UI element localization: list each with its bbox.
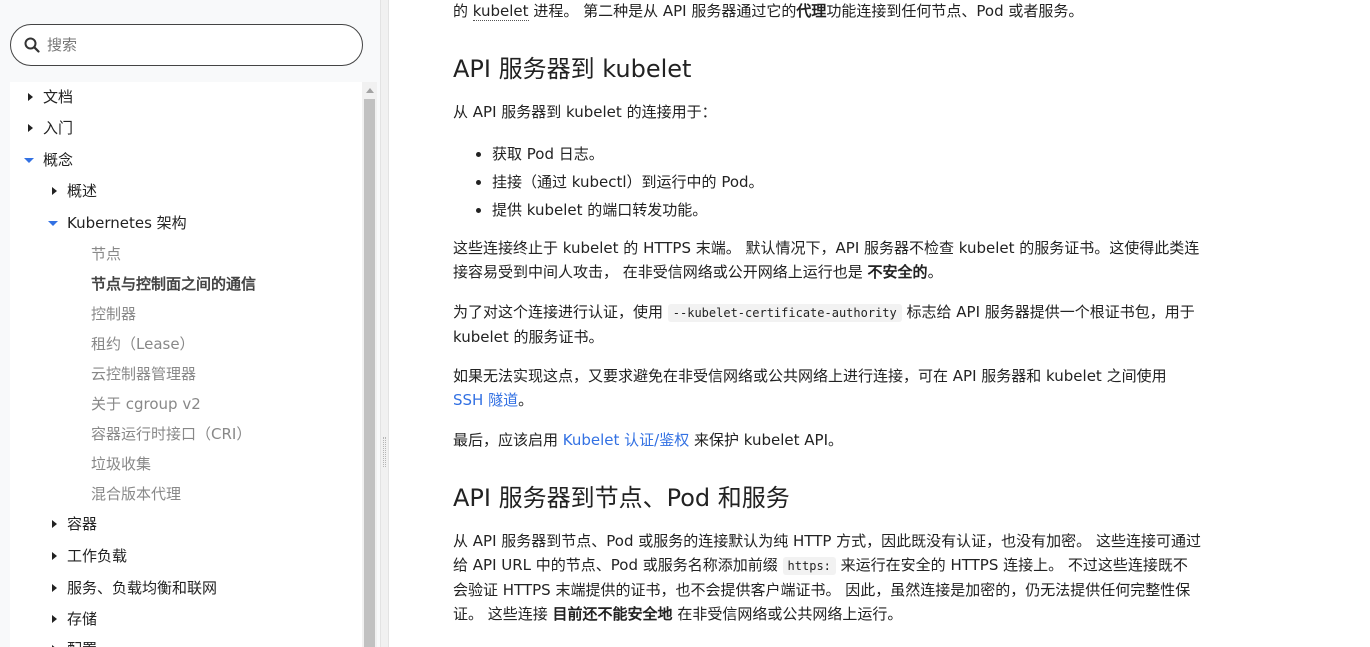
nav-item-cgroups[interactable]: 关于 cgroup v2 — [91, 394, 201, 414]
ssh-tunnel-link[interactable]: SSH 隧道 — [453, 391, 518, 409]
text: 最后，应该启用 — [453, 431, 563, 449]
nav-label: 容器 — [67, 515, 98, 533]
code-prefix: https: — [782, 557, 836, 575]
text: 的 — [453, 2, 473, 20]
search-input[interactable] — [47, 36, 327, 54]
caret-right-icon[interactable] — [49, 186, 59, 196]
bold-text: 代理 — [796, 2, 827, 20]
nav-item-storage[interactable]: 存储 — [52, 609, 98, 629]
text: 为了对这个连接进行认证，使用 — [453, 303, 668, 321]
nav-item-services-networking[interactable]: 服务、负载均衡和联网 — [52, 578, 218, 598]
paragraph-used-for: 从 API 服务器到 kubelet 的连接用于： — [453, 103, 717, 121]
sidebar-scrollbar[interactable] — [362, 82, 377, 647]
paragraph-nodes-pods-services: 从 API 服务器到节点、Pod 或服务的连接默认为纯 HTTP 方式，因此既没… — [453, 529, 1201, 626]
text: 来保护 kubelet API。 — [689, 431, 844, 449]
text: 在非受信网络或公共网络上运行。 — [672, 605, 903, 623]
nav-item-garbage-collection[interactable]: 垃圾收集 — [91, 454, 151, 474]
nav-item-architecture[interactable]: Kubernetes 架构 — [48, 213, 187, 233]
kubelet-term[interactable]: kubelet — [472, 2, 529, 21]
nav-item-cri[interactable]: 容器运行时接口（CRI） — [91, 424, 251, 444]
bullet-list: 获取 Pod 日志。 挂接（通过 kubectl）到运行中的 Pod。 提供 k… — [453, 140, 764, 224]
nav-item-workloads[interactable]: 工作负载 — [52, 546, 128, 566]
nav-item-mixed-version-proxy[interactable]: 混合版本代理 — [91, 484, 181, 504]
nav-item-containers[interactable]: 容器 — [52, 514, 98, 534]
search-box[interactable] — [10, 24, 363, 66]
text: 如果无法实现这点，又要求避免在非受信网络或公共网络上进行连接，可在 API 服务… — [453, 367, 1167, 385]
nav-label: 概念 — [43, 151, 74, 169]
nav-item-cloud-controller[interactable]: 云控制器管理器 — [91, 364, 196, 384]
nav-item-control-plane-node-communication[interactable]: 节点与控制面之间的通信 — [91, 274, 256, 294]
paragraph-https-endpoint: 这些连接终止于 kubelet 的 HTTPS 末端。 默认情况下，API 服务… — [453, 236, 1201, 284]
nav-item-docs[interactable]: 文档 — [28, 87, 74, 107]
caret-right-icon[interactable] — [25, 123, 35, 133]
grip-icon — [383, 437, 386, 467]
caret-right-icon[interactable] — [49, 583, 59, 593]
nav-item-nodes[interactable]: 节点 — [91, 244, 121, 264]
search-icon — [24, 37, 40, 53]
scroll-up-arrow-icon[interactable] — [366, 88, 374, 93]
nav-item-configuration[interactable]: 配置 — [52, 639, 97, 647]
sidebar: 文档 入门 概念 概述 Kubernetes 架构 节点 节点与控制面之间的通信… — [0, 0, 380, 647]
nav-item-controllers[interactable]: 控制器 — [91, 304, 136, 324]
text: 。 — [927, 263, 943, 281]
nav-item-concepts[interactable]: 概念 — [24, 150, 74, 170]
nav-label: 配置 — [67, 640, 97, 647]
list-item: 挂接（通过 kubectl）到运行中的 Pod。 — [492, 168, 764, 196]
nav-item-leases[interactable]: 租约（Lease） — [91, 334, 195, 354]
nav-label: 入门 — [43, 119, 74, 137]
caret-down-icon[interactable] — [48, 218, 58, 228]
text: 进程。 第二种是从 API 服务器通过它的 — [528, 2, 797, 20]
caret-down-icon[interactable] — [24, 155, 34, 165]
paragraph-ssh-tunnel: 如果无法实现这点，又要求避免在非受信网络或公共网络上进行连接，可在 API 服务… — [453, 364, 1201, 412]
heading-apiserver-to-kubelet: API 服务器到 kubelet — [453, 55, 692, 83]
caret-right-icon[interactable] — [25, 92, 35, 102]
caret-right-icon[interactable] — [49, 551, 59, 561]
list-item: 获取 Pod 日志。 — [492, 140, 764, 168]
text: 。 — [518, 391, 534, 409]
nav-item-overview[interactable]: 概述 — [52, 181, 98, 201]
bold-text: 不安全的 — [867, 263, 928, 281]
list-item: 提供 kubelet 的端口转发功能。 — [492, 196, 764, 224]
sidebar-resize-handle[interactable] — [380, 0, 389, 647]
text: 这些连接终止于 kubelet 的 HTTPS 末端。 默认情况下，API 服务… — [453, 239, 1200, 281]
code-flag: --kubelet-certificate-authority — [667, 304, 902, 322]
nav-label: 概述 — [67, 182, 98, 200]
paragraph-certificate-authority: 为了对这个连接进行认证，使用 --kubelet-certificate-aut… — [453, 300, 1201, 349]
kubelet-auth-link[interactable]: Kubelet 认证/鉴权 — [563, 431, 689, 449]
main-content: 的 kubelet 进程。 第二种是从 API 服务器通过它的代理功能连接到任何… — [453, 0, 1203, 647]
scrollbar-thumb[interactable] — [364, 99, 375, 647]
caret-right-icon[interactable] — [49, 519, 59, 529]
nav-label: 工作负载 — [67, 547, 128, 565]
caret-right-icon[interactable] — [49, 614, 59, 624]
paragraph-kubelet-auth: 最后，应该启用 Kubelet 认证/鉴权 来保护 kubelet API。 — [453, 428, 1201, 452]
nav-label: 存储 — [67, 610, 98, 628]
bold-text: 目前还不能安全地 — [552, 605, 673, 623]
nav-label: 服务、负载均衡和联网 — [67, 579, 218, 597]
heading-apiserver-to-nodes: API 服务器到节点、Pod 和服务 — [453, 484, 790, 512]
nav-tree: 文档 入门 概念 概述 Kubernetes 架构 节点 节点与控制面之间的通信… — [10, 82, 362, 647]
nav-label: 文档 — [43, 88, 74, 106]
text: 功能连接到任何节点、Pod 或者服务。 — [826, 2, 1084, 20]
intro-paragraph: 的 kubelet 进程。 第二种是从 API 服务器通过它的代理功能连接到任何… — [453, 0, 1201, 23]
nav-label: Kubernetes 架构 — [67, 214, 187, 232]
nav-item-getting-started[interactable]: 入门 — [28, 118, 74, 138]
